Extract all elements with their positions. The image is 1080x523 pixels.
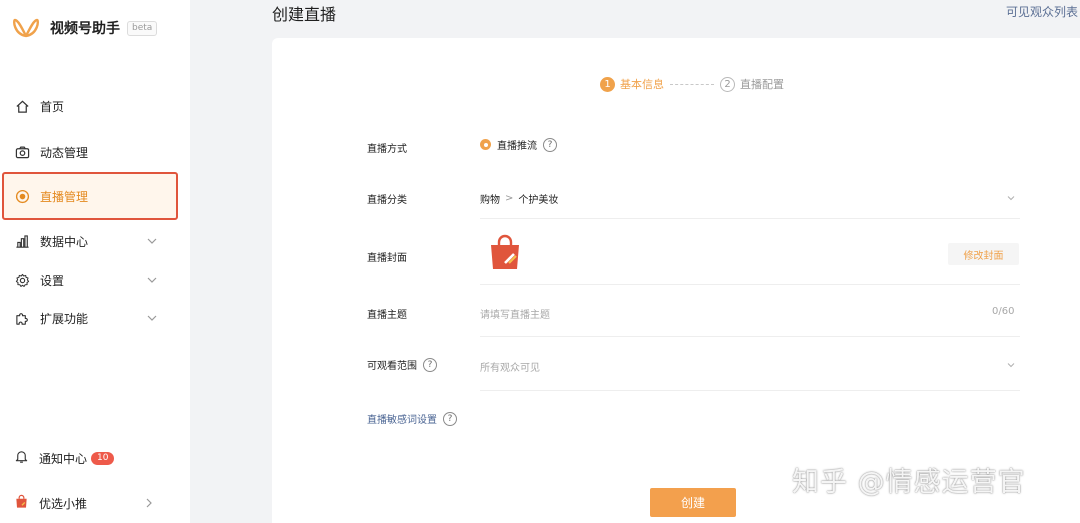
chevron-down-icon bbox=[147, 238, 157, 244]
category-select[interactable]: 购物 > 个护美妆 bbox=[480, 191, 558, 206]
help-icon[interactable]: ? bbox=[423, 357, 437, 372]
sidebar-item-label: 数据中心 bbox=[40, 234, 89, 249]
topic-label: 直播主题 bbox=[367, 310, 407, 321]
sidebar-item-label: 设置 bbox=[40, 273, 65, 288]
sidebar-item-label: 优选小推 bbox=[39, 496, 88, 511]
step-divider bbox=[670, 83, 714, 85]
cover-label: 直播封面 bbox=[367, 253, 407, 264]
sidebar-item-data[interactable]: 数据中心 bbox=[0, 221, 190, 261]
chevron-right-icon bbox=[146, 498, 152, 508]
watermark: 知乎 @情感运营官 bbox=[792, 467, 1026, 498]
notification-count-badge: 10 bbox=[91, 451, 115, 465]
brand-name: 视频号助手 bbox=[50, 21, 120, 37]
home-icon bbox=[14, 98, 30, 114]
category-primary: 购物 bbox=[480, 195, 500, 206]
sensitive-words-label: 直播敏感词设置 bbox=[367, 415, 437, 426]
category-secondary: 个护美妆 bbox=[518, 195, 559, 206]
divider bbox=[480, 218, 1020, 219]
category-label: 直播分类 bbox=[367, 195, 407, 206]
page-title: 创建直播 bbox=[272, 5, 337, 24]
bell-icon bbox=[14, 449, 29, 467]
camera-icon bbox=[14, 144, 30, 160]
help-icon[interactable]: ? bbox=[443, 411, 457, 426]
topic-char-counter: 0/60 bbox=[992, 306, 1015, 317]
mode-radio[interactable]: 直播推流 ? bbox=[480, 137, 557, 152]
mode-value: 直播推流 bbox=[497, 141, 537, 152]
sidebar-item-label: 动态管理 bbox=[40, 145, 89, 160]
sidebar-item-label: 直播管理 bbox=[40, 189, 89, 204]
create-live-card: 1 基本信息 2 直播配置 直播方式 直播推流 ? 直播分类 购物 > 个护美妆… bbox=[272, 38, 1080, 523]
sensitive-words-link[interactable]: 直播敏感词设置 ? bbox=[367, 411, 457, 426]
chevron-down-icon[interactable] bbox=[1006, 193, 1016, 203]
visibility-label-row: 可观看范围 ? bbox=[367, 357, 437, 372]
chevron-down-icon bbox=[147, 277, 157, 283]
stepper: 1 基本信息 2 直播配置 bbox=[600, 76, 784, 92]
create-button[interactable]: 创建 bbox=[650, 488, 736, 517]
sidebar-item-home[interactable]: 首页 bbox=[0, 86, 190, 126]
brand-logo-icon bbox=[12, 18, 40, 38]
sidebar-item-settings[interactable]: 设置 bbox=[0, 260, 190, 300]
chevron-down-icon[interactable] bbox=[1006, 360, 1016, 370]
step-2-label: 直播配置 bbox=[740, 78, 784, 91]
step-1-number: 1 bbox=[600, 76, 615, 92]
visibility-select[interactable]: 所有观众可见 bbox=[480, 359, 540, 374]
radio-selected-icon bbox=[480, 139, 491, 150]
chevron-down-icon bbox=[147, 315, 157, 321]
sidebar-item-label: 扩展功能 bbox=[40, 311, 89, 326]
sidebar-item-label: 首页 bbox=[40, 99, 65, 114]
audience-list-link[interactable]: 可见观众列表 bbox=[1006, 3, 1078, 20]
live-icon bbox=[14, 188, 30, 204]
divider bbox=[480, 284, 1020, 285]
category-separator: > bbox=[505, 193, 514, 204]
mode-label: 直播方式 bbox=[367, 144, 407, 155]
topic-input[interactable]: 请填写直播主题 bbox=[480, 306, 550, 321]
visibility-label: 可观看范围 bbox=[367, 361, 417, 372]
puzzle-icon bbox=[14, 310, 30, 326]
gear-icon bbox=[14, 272, 30, 288]
cover-image bbox=[491, 234, 519, 269]
sidebar: 视频号助手 beta 首页 动态管理 直播管理 数据中心 设置 扩展功能 通知中… bbox=[0, 0, 190, 523]
sidebar-item-label: 通知中心 bbox=[39, 451, 88, 466]
step-1-label: 基本信息 bbox=[620, 78, 664, 91]
change-cover-button[interactable]: 修改封面 bbox=[948, 243, 1019, 265]
brand[interactable]: 视频号助手 beta bbox=[12, 14, 158, 42]
divider bbox=[480, 336, 1020, 337]
step-2-number: 2 bbox=[720, 76, 735, 92]
help-icon[interactable]: ? bbox=[543, 137, 557, 152]
bar-chart-icon bbox=[14, 233, 30, 249]
shopping-bag-icon bbox=[14, 494, 29, 512]
beta-badge: beta bbox=[127, 20, 158, 36]
sidebar-item-posts[interactable]: 动态管理 bbox=[0, 132, 190, 172]
sidebar-item-live[interactable]: 直播管理 bbox=[2, 172, 178, 220]
divider bbox=[480, 390, 1020, 391]
sidebar-item-promo[interactable]: 优选小推 bbox=[0, 488, 190, 518]
sidebar-item-extensions[interactable]: 扩展功能 bbox=[0, 298, 190, 338]
sidebar-item-notifications[interactable]: 通知中心 10 bbox=[0, 443, 190, 473]
